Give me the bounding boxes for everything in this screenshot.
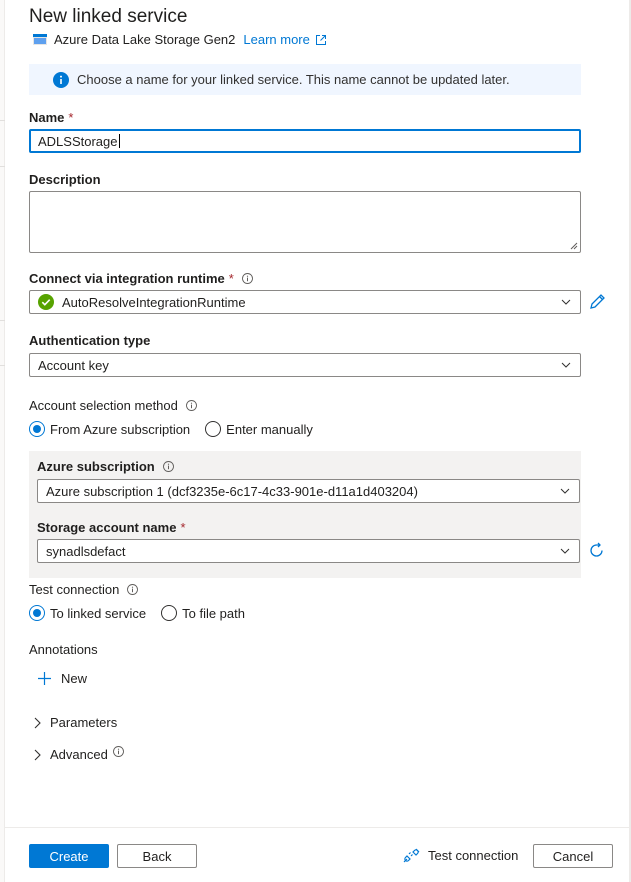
radio-to-linked-service[interactable]: To linked service xyxy=(29,605,146,621)
info-message-text: Choose a name for your linked service. T… xyxy=(77,72,510,87)
info-tooltip-icon[interactable] xyxy=(241,273,253,284)
authentication-type-label: Authentication type xyxy=(29,333,150,348)
plug-connection-icon xyxy=(403,848,420,863)
info-tooltip-icon[interactable] xyxy=(127,584,139,595)
radio-circle xyxy=(205,421,222,437)
authentication-type-label-text: Authentication type xyxy=(29,333,151,348)
chevron-right-icon xyxy=(34,749,41,760)
integration-runtime-label: Connect via integration runtime * xyxy=(29,271,253,286)
required-mark: * xyxy=(228,271,234,286)
external-link-icon xyxy=(315,34,326,45)
integration-runtime-value: AutoResolveIntegrationRuntime xyxy=(62,294,246,310)
radio-label: To file path xyxy=(182,605,245,621)
learn-more-label: Learn more xyxy=(243,32,310,47)
new-annotation-button[interactable]: New xyxy=(37,671,87,686)
left-panel-edge xyxy=(0,0,5,882)
azure-subscription-label: Azure subscription xyxy=(37,459,174,474)
learn-more-link[interactable]: Learn more xyxy=(243,32,326,47)
chevron-down-icon xyxy=(561,362,571,368)
name-label-text: Name xyxy=(29,110,65,125)
back-button[interactable]: Back xyxy=(117,844,197,868)
service-type-row: Azure Data Lake Storage Gen2 Learn more xyxy=(33,32,327,47)
annotations-label-text: Annotations xyxy=(29,642,98,657)
integration-runtime-dropdown[interactable]: AutoResolveIntegrationRuntime xyxy=(29,290,581,314)
left-edge-divider xyxy=(0,365,5,366)
info-tooltip-icon[interactable] xyxy=(112,746,133,757)
resize-grip-icon[interactable] xyxy=(570,242,578,250)
parameters-expander[interactable]: Parameters xyxy=(33,715,117,730)
footer-divider xyxy=(5,827,629,828)
advanced-expander[interactable]: Advanced xyxy=(33,746,133,762)
service-type-label: Azure Data Lake Storage Gen2 xyxy=(54,32,236,47)
panel-title: New linked service xyxy=(29,6,188,27)
chevron-down-icon xyxy=(560,488,570,494)
radio-to-file-path[interactable]: To file path xyxy=(161,605,245,621)
required-mark: * xyxy=(180,520,186,535)
plus-icon xyxy=(38,672,51,685)
info-tooltip-icon[interactable] xyxy=(162,461,174,472)
info-icon xyxy=(53,71,69,88)
radio-label: From Azure subscription xyxy=(50,421,191,437)
azure-subscription-value: Azure subscription 1 (dcf3235e-6c17-4c33… xyxy=(46,483,418,499)
chevron-right-icon xyxy=(34,717,41,728)
storage-account-label: Storage account name * xyxy=(37,520,186,535)
test-connection-radio-group: To linked service To file path xyxy=(29,605,260,621)
description-textarea[interactable] xyxy=(29,191,581,253)
create-button[interactable]: Create xyxy=(29,844,109,868)
success-check-icon xyxy=(38,294,54,310)
chevron-down-icon xyxy=(560,548,570,554)
radio-label: To linked service xyxy=(50,605,147,621)
test-connection-label-text: Test connection xyxy=(29,582,120,597)
azure-subscription-label-text: Azure subscription xyxy=(37,459,155,474)
radio-from-azure-subscription[interactable]: From Azure subscription xyxy=(29,421,190,437)
edit-pencil-icon[interactable] xyxy=(589,293,606,313)
annotations-label: Annotations xyxy=(29,642,98,657)
name-input-value: ADLSStorage xyxy=(38,133,118,149)
name-input[interactable]: ADLSStorage xyxy=(29,129,581,153)
text-caret xyxy=(118,134,120,148)
storage-account-value: synadlsdefact xyxy=(46,543,126,559)
required-mark: * xyxy=(68,110,74,125)
cancel-button[interactable]: Cancel xyxy=(533,844,613,868)
advanced-label: Advanced xyxy=(50,747,108,762)
authentication-type-dropdown[interactable]: Account key xyxy=(29,353,581,377)
radio-circle xyxy=(29,421,45,437)
parameters-label: Parameters xyxy=(50,715,118,730)
chevron-down-icon xyxy=(561,299,571,305)
account-selection-label-text: Account selection method xyxy=(29,398,178,413)
account-selection-radio-group: From Azure subscription Enter manually xyxy=(29,421,328,437)
left-edge-divider xyxy=(0,166,5,167)
radio-enter-manually[interactable]: Enter manually xyxy=(205,421,313,437)
storage-account-label-text: Storage account name xyxy=(37,520,177,535)
integration-runtime-label-text: Connect via integration runtime xyxy=(29,271,225,286)
account-selection-label: Account selection method xyxy=(29,398,197,413)
azure-subscription-dropdown[interactable]: Azure subscription 1 (dcf3235e-6c17-4c33… xyxy=(37,479,580,503)
test-connection-button[interactable]: Test connection xyxy=(403,848,518,863)
radio-circle xyxy=(161,605,178,621)
left-edge-divider xyxy=(0,320,5,321)
left-edge-divider xyxy=(0,120,5,121)
info-message-bar: Choose a name for your linked service. T… xyxy=(29,64,581,95)
radio-circle xyxy=(29,605,45,621)
new-annotation-label: New xyxy=(61,671,88,686)
storage-account-dropdown[interactable]: synadlsdefact xyxy=(37,539,580,563)
name-label: Name * xyxy=(29,110,73,125)
description-label-text: Description xyxy=(29,172,101,187)
test-connection-label: Test connection xyxy=(29,582,139,597)
test-connection-label: Test connection xyxy=(428,848,519,863)
radio-label: Enter manually xyxy=(226,421,313,437)
description-label: Description xyxy=(29,172,101,187)
refresh-icon[interactable] xyxy=(588,542,605,562)
info-tooltip-icon[interactable] xyxy=(185,400,197,411)
authentication-type-value: Account key xyxy=(38,357,109,373)
storage-icon xyxy=(33,34,47,45)
